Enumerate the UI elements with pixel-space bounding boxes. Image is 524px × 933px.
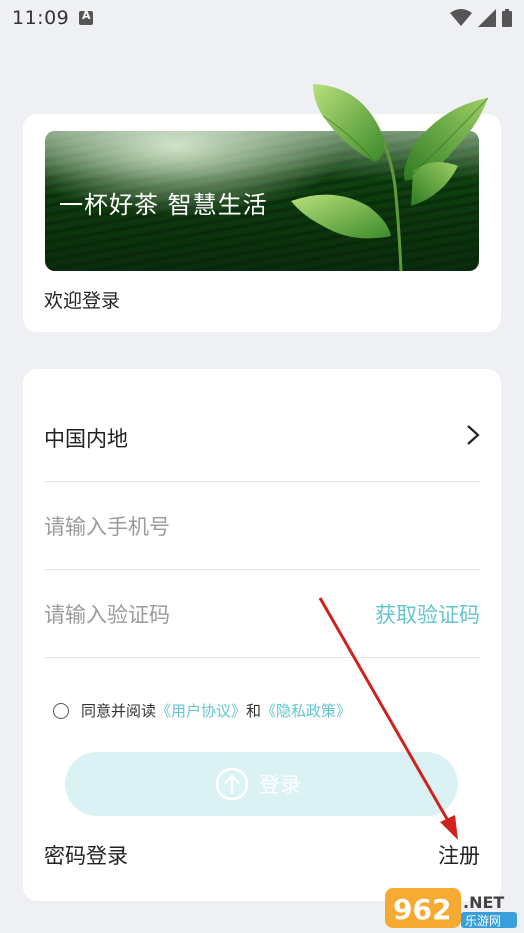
watermark-domain: .NET — [463, 893, 504, 912]
agreement-row: 同意并阅读 《用户协议》 和 《隐私政策》 — [53, 700, 351, 721]
login-form-card: 中国内地 请输入手机号 请输入验证码 获取验证码 同意并阅读 《用户协议》 和 … — [23, 369, 501, 901]
agreement-radio[interactable] — [53, 702, 69, 719]
code-input-row: 请输入验证码 获取验证码 — [44, 569, 480, 658]
upload-circle-icon — [215, 767, 249, 801]
status-bar: 11:09 — [0, 0, 524, 36]
welcome-text: 欢迎登录 — [44, 290, 121, 312]
site-watermark-logo: 962 .NET 乐游网 — [385, 888, 517, 928]
tea-leaf-illustration — [291, 84, 489, 272]
privacy-policy-link[interactable]: 《隐私政策》 — [261, 700, 351, 721]
phone-input[interactable]: 请输入手机号 — [44, 481, 480, 570]
signal-icon — [478, 9, 496, 27]
login-button[interactable]: 登录 — [65, 752, 458, 816]
watermark-number: 962 — [393, 893, 451, 926]
code-input[interactable]: 请输入验证码 — [44, 599, 170, 629]
watermark-sub: 乐游网 — [465, 914, 501, 928]
phone-placeholder: 请输入手机号 — [44, 515, 170, 539]
region-label: 中国内地 — [44, 427, 128, 451]
agreement-prefix: 同意并阅读 — [81, 702, 157, 720]
agreement-and: 和 — [246, 702, 262, 720]
user-agreement-link[interactable]: 《用户协议》 — [156, 700, 246, 721]
battery-icon — [502, 9, 512, 27]
region-selector[interactable]: 中国内地 — [44, 393, 480, 482]
login-button-label: 登录 — [259, 773, 301, 797]
get-code-button[interactable]: 获取验证码 — [375, 599, 480, 629]
register-link[interactable]: 注册 — [438, 840, 480, 870]
banner-slogan: 一杯好茶 智慧生活 — [59, 191, 268, 219]
notification-a-icon — [79, 9, 93, 25]
system-icons — [450, 9, 512, 27]
chevron-right-icon — [467, 425, 480, 445]
password-login-link[interactable]: 密码登录 — [44, 840, 128, 870]
wifi-icon — [450, 9, 472, 26]
status-time: 11:09 — [12, 7, 70, 29]
